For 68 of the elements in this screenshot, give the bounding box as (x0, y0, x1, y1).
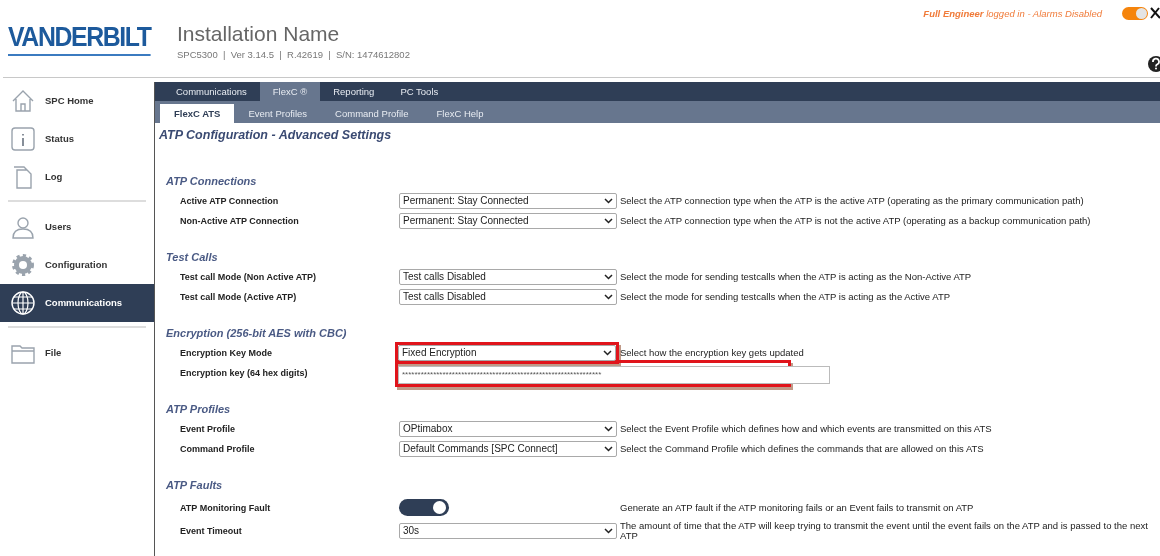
dropdown[interactable]: Test calls Disabled (399, 268, 617, 285)
field-label: Event Profile (180, 423, 235, 434)
field-description: Select the Event Profile which defines how and which events are transmitted on this ATS (620, 423, 992, 434)
nav-tab[interactable]: PC Tools (387, 81, 452, 101)
chevron-icon (604, 273, 613, 280)
field-label: Encryption key (64 hex digits) (180, 368, 308, 379)
field-description: Select the ATP connection type when the ATP is not the active ATP (operating as a backup communication path) (620, 216, 1091, 227)
page-title: ATP Configuration - Advanced Settings (159, 126, 393, 143)
section-title: ATP Faults (166, 477, 223, 493)
field-label: Test call Mode (Active ATP) (180, 292, 297, 303)
sub-tab[interactable]: Event Profiles (234, 103, 322, 123)
chevron-icon (604, 197, 613, 204)
field-label: Command Profile (180, 444, 255, 455)
login-status: Full Engineer logged in - Alarms Disabled (923, 8, 1102, 19)
field-label: Active ATP Connection (180, 195, 279, 206)
sidebar-item[interactable]: Status (0, 119, 154, 158)
chevron-icon (604, 527, 613, 534)
field-description: Select the mode for sending testcalls when the ATP is acting as the Non-Active ATP (620, 271, 972, 282)
sub-tab[interactable]: Command Profile (321, 103, 423, 123)
field-label: Encryption Key Mode (180, 347, 272, 358)
dropdown[interactable]: Fixed Encryption (398, 344, 616, 361)
nav-tab[interactable]: FlexC ® (259, 81, 321, 101)
sidebar-item[interactable]: Users (0, 207, 154, 246)
field-label: Test call Mode (Non Active ATP) (180, 271, 316, 282)
dropdown[interactable]: Permanent: Stay Connected (399, 213, 617, 230)
chevron-icon (604, 446, 613, 453)
dropdown[interactable]: OPtimabox (399, 420, 617, 437)
sub-tab[interactable]: FlexC Help (422, 103, 498, 123)
sidebar-item[interactable]: Communications (0, 283, 154, 322)
chevron-icon (604, 218, 613, 225)
field-description: Select the mode for sending testcalls when the ATP is acting as the Active ATP (620, 292, 951, 303)
info-icon (10, 125, 36, 152)
nav-tab[interactable]: Reporting (320, 81, 388, 101)
engineer-toggle[interactable] (1122, 7, 1148, 20)
section-title: ATP Connections (166, 173, 257, 189)
dropdown[interactable]: Test calls Disabled (399, 289, 617, 306)
field-description: The amount of time that the ATP will keep trying to transmit the event until the event fails on the ATP and is passed to the next ATP (620, 520, 1149, 541)
field-description: Select the Command Profile which defines the commands that are allowed on this ATS (620, 444, 984, 455)
field-description: Generate an ATP fault if the ATP monitoring fails or an Event fails to transmit on ATP (620, 502, 974, 513)
sidebar-item[interactable]: File (0, 333, 154, 372)
section-title: Test Calls (166, 249, 218, 265)
toggle-switch[interactable] (399, 499, 449, 516)
field-label: Non-Active ATP Connection (180, 216, 299, 227)
sub-tab[interactable]: FlexC ATS (160, 103, 235, 123)
tools-icon[interactable] (1150, 6, 1160, 20)
field-description: Select how the encryption key gets updated (620, 347, 804, 358)
globe-icon (10, 289, 36, 316)
system-info: SPC5300 | Ver 3.14.5 | R.42619 | S/N: 1474612802 (177, 49, 410, 60)
help-icon[interactable] (1148, 56, 1160, 72)
dropdown[interactable]: Default Commands [SPC Connect] (399, 441, 617, 458)
section-title: ATP Profiles (166, 401, 231, 417)
installation-title: Installation Name (177, 22, 341, 46)
sidebar-item[interactable]: Log (0, 157, 154, 196)
chevron-icon (603, 349, 612, 356)
field-description: Select the ATP connection type when the ATP is the active ATP (operating as the primary communication path) (620, 195, 1084, 206)
chevron-icon (604, 425, 613, 432)
sidebar-item[interactable]: Configuration (0, 245, 154, 284)
nav-tab[interactable]: Communications (163, 81, 260, 101)
dropdown[interactable]: 30s (399, 522, 617, 539)
field-label: ATP Monitoring Fault (180, 502, 271, 513)
chevron-icon (604, 294, 613, 301)
field-label: Event Timeout (180, 525, 242, 536)
vanderbilt-logo: VANDERBILT (8, 22, 151, 56)
section-title: Encryption (256-bit AES with CBC) (166, 325, 347, 341)
gear-icon (10, 251, 36, 278)
encryption-key-field[interactable]: **************************************************************** (398, 365, 830, 384)
sidebar-item[interactable]: SPC Home (0, 81, 154, 120)
dropdown[interactable]: Permanent: Stay Connected (399, 192, 617, 209)
